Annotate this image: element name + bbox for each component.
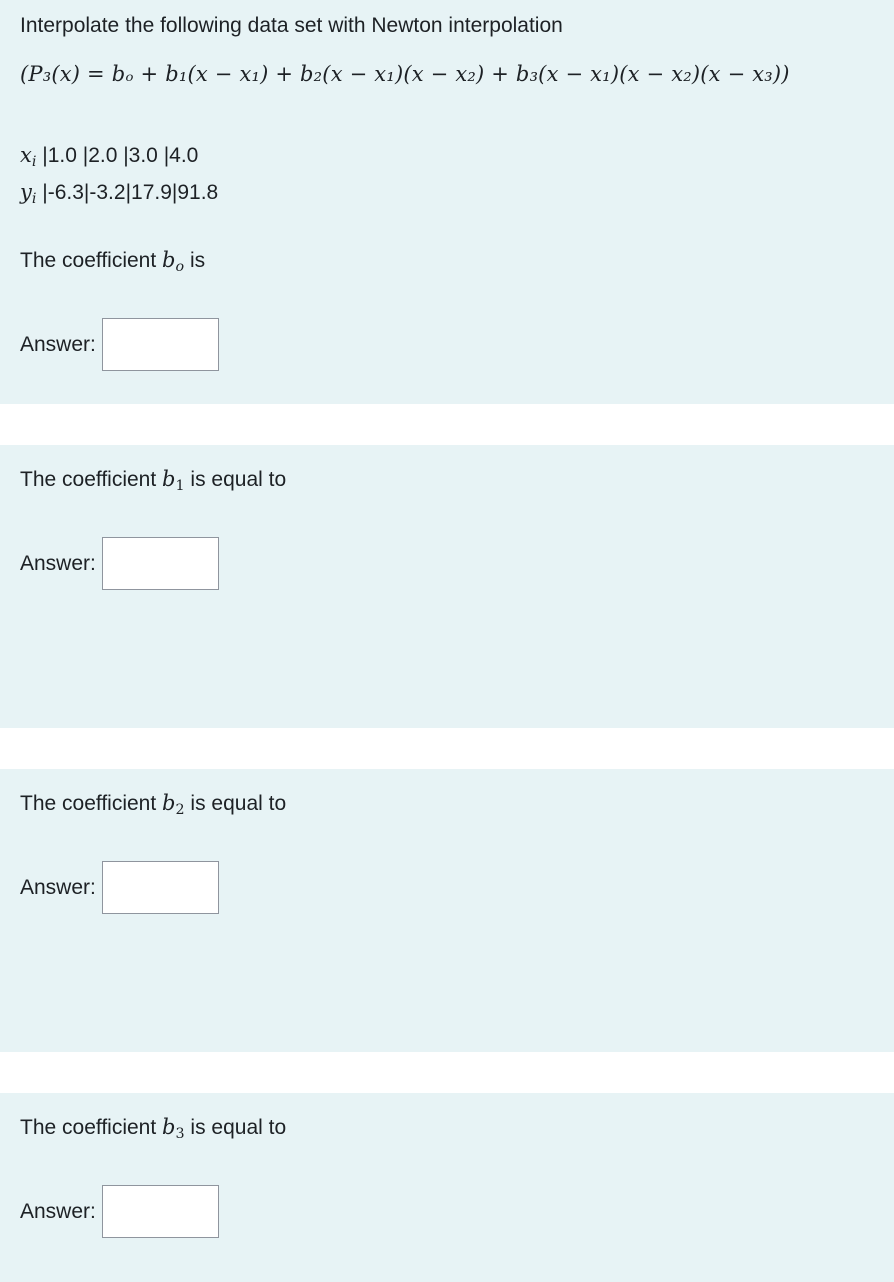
- question-card-1: Interpolate the following data set with …: [0, 0, 894, 404]
- coefficient-subscript: 3: [175, 1125, 185, 1142]
- prompt-text: The coefficient: [20, 792, 157, 815]
- prompt-text: The coefficient: [20, 1116, 157, 1139]
- coefficient-subscript: o: [175, 258, 185, 275]
- x-label: x: [20, 143, 32, 167]
- answer-input-b2[interactable]: [101, 861, 219, 914]
- prompt-suffix: is equal to: [190, 468, 287, 491]
- question-prompt: The coefficient b3 is equal to: [20, 1115, 286, 1142]
- y-data-row: yi |-6.3|-3.2|17.9|91.8: [20, 180, 218, 207]
- question-prompt: The coefficient bo is: [20, 248, 205, 275]
- prompt-text: The coefficient: [20, 249, 157, 272]
- question-card-3: The coefficient b2 is equal to Answer:: [0, 769, 894, 1052]
- x-data-row: xi |1.0 |2.0 |3.0 |4.0: [20, 143, 198, 170]
- y-label: y: [20, 180, 32, 204]
- x-subscript: i: [31, 153, 37, 170]
- question-prompt: The coefficient b2 is equal to: [20, 791, 286, 818]
- answer-input-b0[interactable]: [101, 318, 219, 371]
- coefficient-subscript: 1: [175, 477, 185, 494]
- answer-input-b1[interactable]: [101, 537, 219, 590]
- question-card-2: The coefficient b1 is equal to Answer:: [0, 445, 894, 728]
- prompt-suffix: is equal to: [190, 1116, 287, 1139]
- question-prompt: The coefficient b1 is equal to: [20, 467, 286, 494]
- prompt-suffix: is equal to: [190, 792, 287, 815]
- y-subscript: i: [31, 190, 37, 207]
- prompt-text: The coefficient: [20, 468, 157, 491]
- answer-input-b3[interactable]: [101, 1185, 219, 1238]
- answer-row: Answer:: [20, 537, 219, 590]
- y-values: |-6.3|-3.2|17.9|91.8: [42, 181, 219, 204]
- answer-label: Answer:: [20, 1199, 96, 1223]
- question-card-4: The coefficient b3 is equal to Answer:: [0, 1093, 894, 1282]
- answer-row: Answer:: [20, 1185, 219, 1238]
- prompt-suffix: is: [189, 249, 206, 272]
- coefficient-subscript: 2: [175, 801, 185, 818]
- answer-row: Answer:: [20, 318, 219, 371]
- answer-label: Answer:: [20, 551, 96, 575]
- answer-row: Answer:: [20, 861, 219, 914]
- coefficient-symbol: b: [162, 791, 176, 815]
- coefficient-symbol: b: [162, 467, 176, 491]
- coefficient-symbol: b: [162, 1115, 176, 1139]
- x-values: |1.0 |2.0 |3.0 |4.0: [42, 144, 199, 167]
- question-intro: Interpolate the following data set with …: [20, 14, 563, 37]
- newton-formula: (P₃(x) = bₒ + b₁(x − x₁) + b₂(x − x₁)(x …: [20, 62, 790, 86]
- answer-label: Answer:: [20, 875, 96, 899]
- answer-label: Answer:: [20, 332, 96, 356]
- coefficient-symbol: b: [162, 248, 176, 272]
